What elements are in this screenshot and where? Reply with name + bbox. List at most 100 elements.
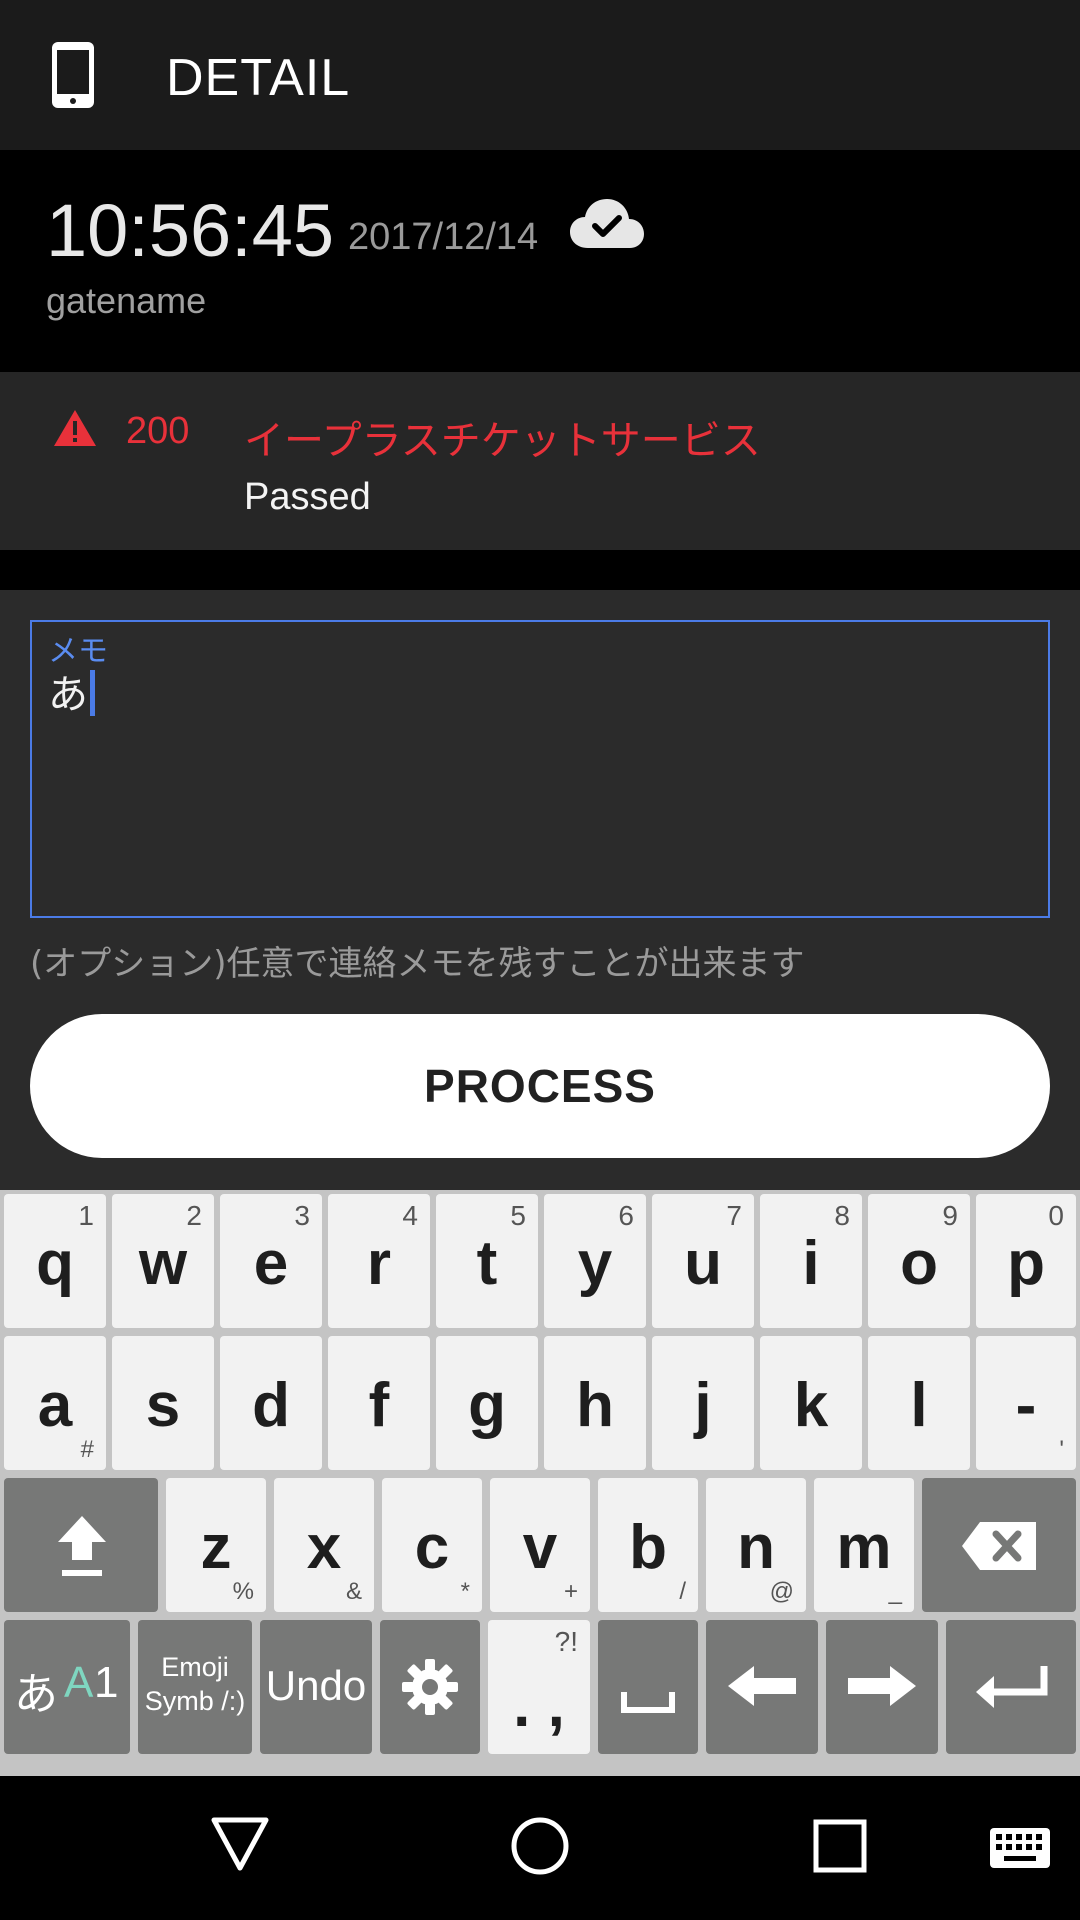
shift-key[interactable]: [4, 1478, 158, 1612]
soft-keyboard: 1q 2w 3e 4r 5t 6y 7u 8i 9o 0p a # s d f g…: [0, 1190, 1080, 1776]
key-label: z: [200, 1513, 232, 1582]
key-label: t: [476, 1229, 498, 1298]
key-l[interactable]: l: [868, 1336, 970, 1470]
key-f[interactable]: f: [328, 1336, 430, 1470]
text-caret: [90, 670, 95, 716]
emoji-key-line2: Symb /:): [144, 1686, 246, 1716]
key-label: b: [629, 1513, 667, 1582]
memo-text: あ: [48, 672, 88, 718]
undo-key[interactable]: Undo: [260, 1620, 372, 1754]
punctuation-key[interactable]: ?! . ,: [488, 1620, 590, 1754]
key-label: w: [138, 1229, 188, 1298]
key-r[interactable]: 4r: [328, 1194, 430, 1328]
key-a[interactable]: a #: [4, 1336, 106, 1470]
key-n[interactable]: n @: [706, 1478, 806, 1612]
emoji-key-line1: Emoji: [161, 1652, 229, 1682]
cursor-right-key[interactable]: [826, 1620, 938, 1754]
record-header: 10:56:45 2017/12/14 gatename: [0, 150, 1080, 372]
key-s[interactable]: s: [112, 1336, 214, 1470]
memo-hint: (オプション)任意で連絡メモを残すことが出来ます: [30, 944, 805, 984]
key-label: p: [1007, 1229, 1045, 1298]
page-title: DETAIL: [166, 49, 351, 107]
key-label: a: [37, 1371, 73, 1440]
key-p[interactable]: 0p: [976, 1194, 1076, 1328]
key-k[interactable]: k: [760, 1336, 862, 1470]
space-key[interactable]: [598, 1620, 698, 1754]
key-hint: /: [679, 1578, 686, 1605]
record-time: 10:56:45: [46, 189, 335, 272]
key-b[interactable]: b /: [598, 1478, 698, 1612]
settings-key[interactable]: [380, 1620, 480, 1754]
record-date: 2017/12/14: [348, 216, 539, 258]
process-button-label: PROCESS: [424, 1060, 656, 1112]
key-label: s: [145, 1371, 181, 1440]
home-icon[interactable]: [510, 1816, 570, 1876]
space-icon: [621, 1692, 675, 1713]
gate-name: gatename: [46, 280, 207, 321]
cursor-left-key[interactable]: [706, 1620, 818, 1754]
key-u[interactable]: 7u: [652, 1194, 754, 1328]
key-hint: %: [232, 1578, 254, 1605]
key-hyphen[interactable]: - ': [976, 1336, 1076, 1470]
key-d[interactable]: d: [220, 1336, 322, 1470]
status-service: イープラスチケットサービス: [244, 418, 761, 464]
process-button[interactable]: PROCESS: [30, 1014, 1050, 1158]
keyboard-switch-icon[interactable]: [988, 1826, 1052, 1870]
memo-input-value[interactable]: あ: [48, 662, 95, 720]
key-hint: _: [888, 1578, 902, 1605]
key-w[interactable]: 2w: [112, 1194, 214, 1328]
key-v[interactable]: v +: [490, 1478, 590, 1612]
section-divider: [0, 550, 1080, 590]
key-z[interactable]: z%: [166, 1478, 266, 1612]
app-bar: DETAIL: [0, 0, 1080, 150]
key-label: e: [253, 1229, 289, 1298]
key-y[interactable]: 6y: [544, 1194, 646, 1328]
key-label: x: [306, 1513, 342, 1582]
key-i[interactable]: 8i: [760, 1194, 862, 1328]
back-icon[interactable]: [210, 1816, 270, 1872]
key-label: m: [836, 1513, 892, 1582]
key-label: j: [694, 1371, 712, 1440]
enter-icon: [976, 1666, 1048, 1708]
key-label: g: [468, 1371, 506, 1440]
status-result: Passed: [244, 476, 371, 518]
backspace-key[interactable]: [922, 1478, 1076, 1612]
key-c[interactable]: c *: [382, 1478, 482, 1612]
key-label: v: [522, 1513, 558, 1582]
key-h[interactable]: h: [544, 1336, 646, 1470]
key-g[interactable]: g: [436, 1336, 538, 1470]
key-label: o: [900, 1229, 938, 1298]
recents-icon[interactable]: [812, 1818, 868, 1874]
key-hint: ': [1059, 1436, 1064, 1463]
arrow-left-icon: [728, 1666, 796, 1706]
key-x[interactable]: x &: [274, 1478, 374, 1612]
emoji-symbol-key[interactable]: Emoji Symb /:): [138, 1620, 252, 1754]
backspace-icon: [962, 1522, 1036, 1570]
undo-label: Undo: [265, 1662, 367, 1709]
key-label: -: [1015, 1371, 1037, 1440]
key-j[interactable]: j: [652, 1336, 754, 1470]
key-o[interactable]: 9o: [868, 1194, 970, 1328]
key-label: y: [577, 1229, 613, 1298]
shift-icon: [58, 1516, 106, 1576]
system-nav-bar: [0, 1776, 1080, 1920]
key-label: n: [737, 1513, 775, 1582]
key-label: h: [576, 1371, 614, 1440]
key-hint: @: [769, 1578, 794, 1605]
key-q[interactable]: 1q: [4, 1194, 106, 1328]
key-e[interactable]: 3e: [220, 1194, 322, 1328]
punctuation-key-label: . ,: [513, 1671, 565, 1740]
enter-key[interactable]: [946, 1620, 1076, 1754]
memo-section: メモ あ (オプション)任意で連絡メモを残すことが出来ます PROCESS: [0, 590, 1080, 1190]
key-t[interactable]: 5t: [436, 1194, 538, 1328]
input-mode-key[interactable]: あ A 1: [4, 1620, 130, 1754]
key-label: l: [910, 1371, 928, 1440]
key-m[interactable]: m _: [814, 1478, 914, 1612]
key-hint: #: [80, 1436, 94, 1463]
key-hint: *: [460, 1578, 470, 1605]
mode-label-num: 1: [94, 1658, 119, 1707]
key-label: f: [368, 1371, 390, 1440]
mode-label-kana: あ: [14, 1670, 58, 1719]
key-label: c: [414, 1513, 450, 1582]
memo-field[interactable]: メモ あ: [30, 620, 1050, 918]
